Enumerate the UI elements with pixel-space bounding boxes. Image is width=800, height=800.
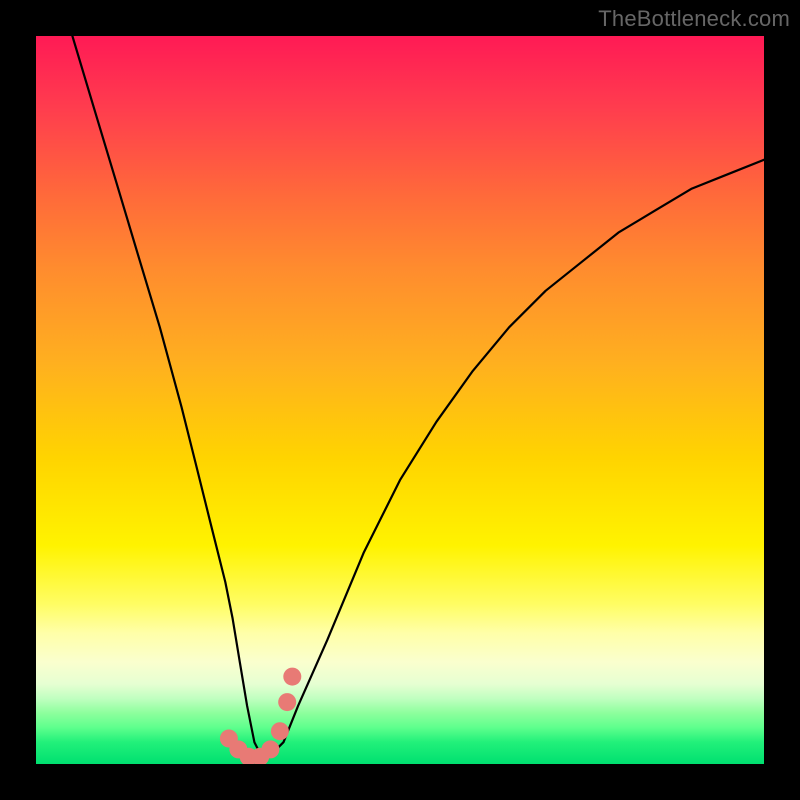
chart-frame: TheBottleneck.com: [0, 0, 800, 800]
curve-layer: [36, 36, 764, 764]
watermark-label: TheBottleneck.com: [598, 6, 790, 32]
marker-group: [220, 668, 301, 764]
curve-marker: [283, 668, 301, 686]
curve-marker: [278, 693, 296, 711]
bottleneck-curve: [72, 36, 764, 757]
plot-area: [36, 36, 764, 764]
curve-marker: [261, 740, 279, 758]
curve-marker: [271, 722, 289, 740]
